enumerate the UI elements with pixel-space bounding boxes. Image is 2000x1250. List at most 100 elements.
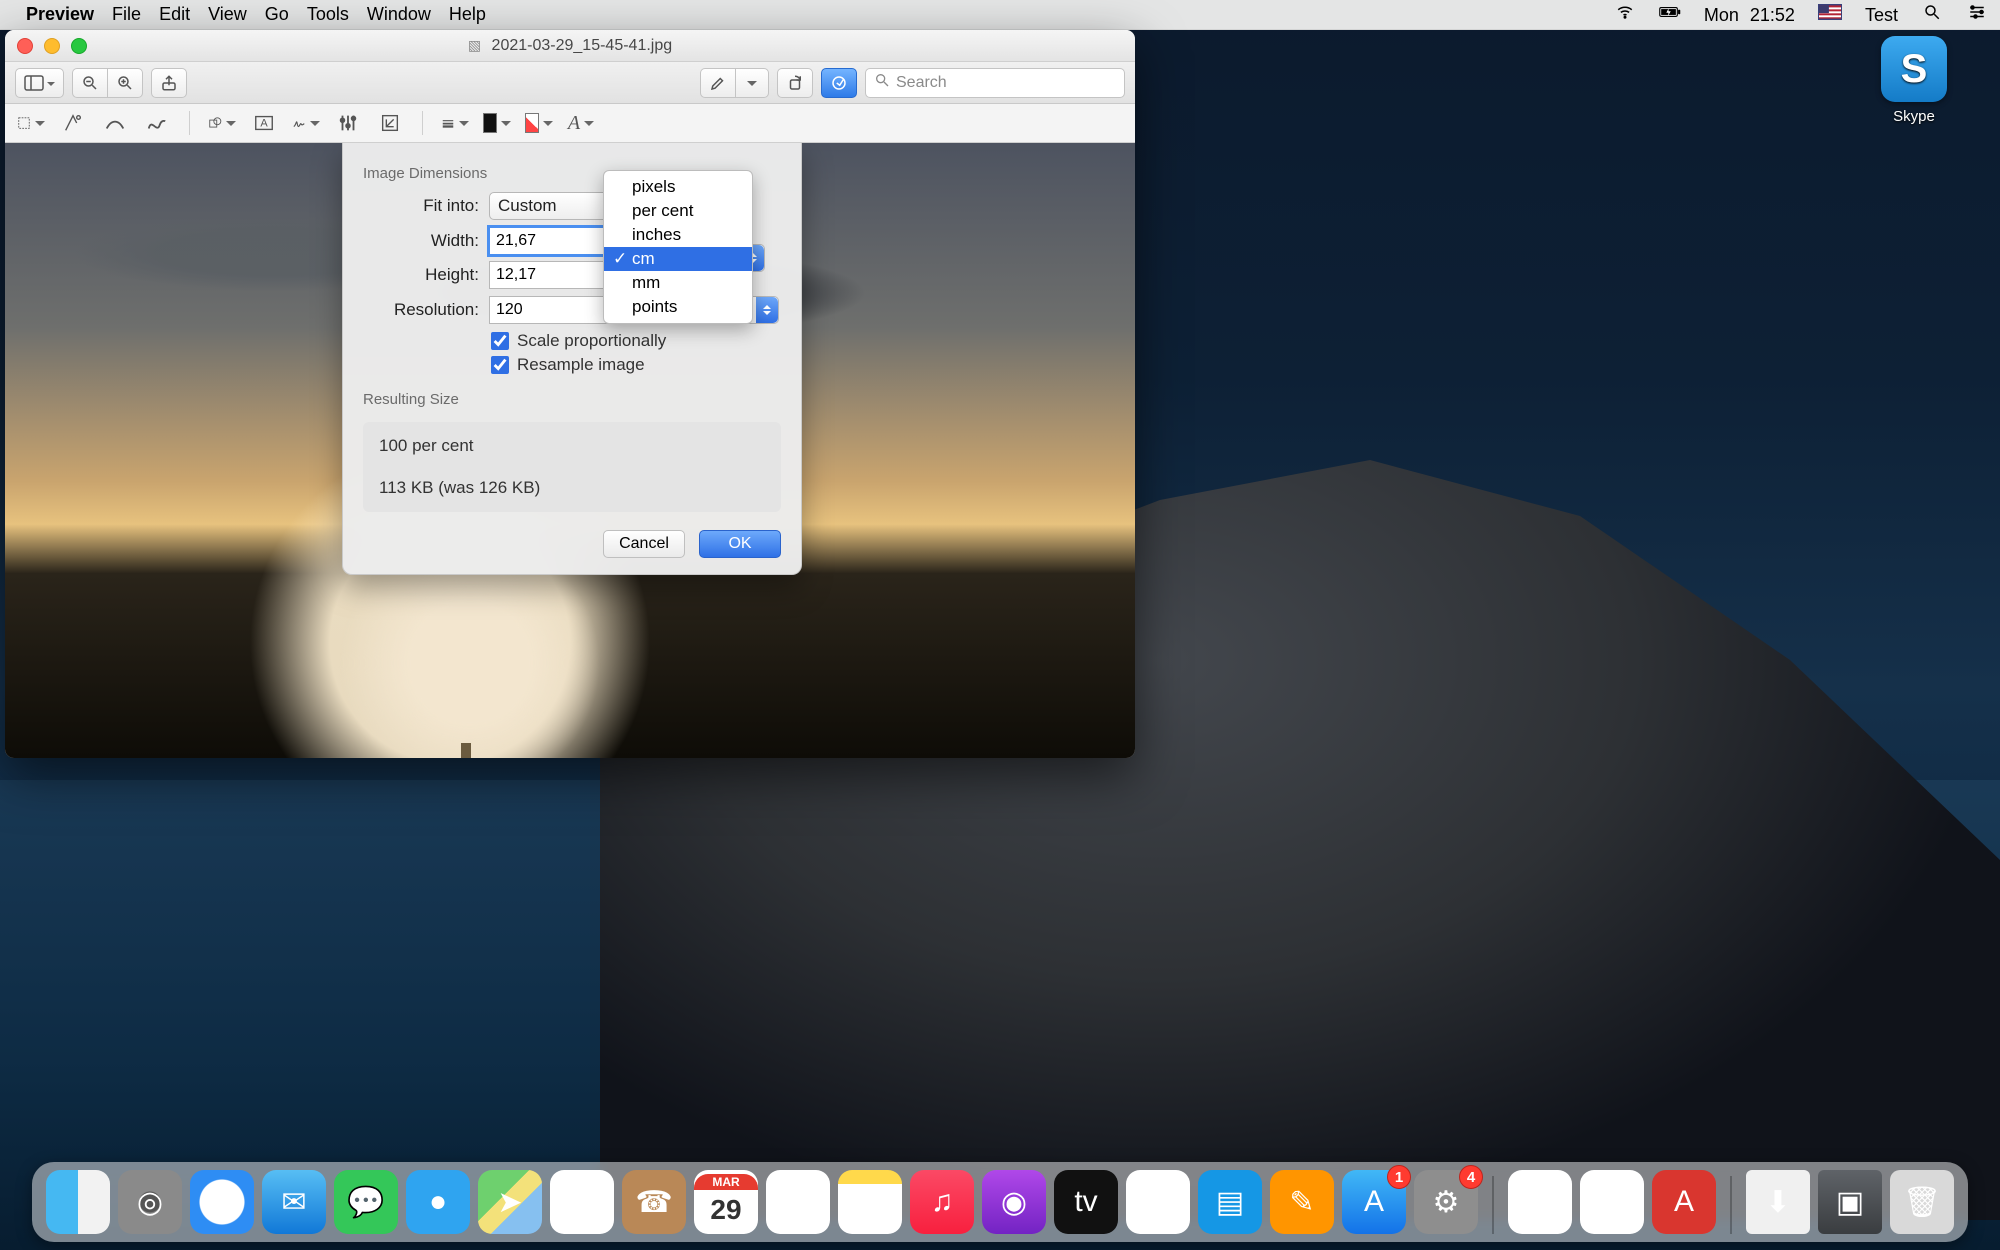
adjust-color-button[interactable]: [334, 109, 362, 137]
menu-tools[interactable]: Tools: [307, 4, 349, 25]
spotlight-icon[interactable]: [1921, 3, 1943, 21]
sketch-button[interactable]: [101, 109, 129, 137]
resolution-field[interactable]: [489, 296, 609, 324]
unit-option-mm[interactable]: mm: [604, 271, 752, 295]
height-field[interactable]: [489, 261, 609, 289]
menu-view[interactable]: View: [208, 4, 247, 25]
cancel-button[interactable]: Cancel: [603, 530, 685, 558]
dock-launchpad[interactable]: ◎: [118, 1170, 182, 1234]
adjust-size-button[interactable]: [376, 109, 404, 137]
unit-option-cm[interactable]: cm: [604, 247, 752, 271]
dock-mail[interactable]: ✉︎: [262, 1170, 326, 1234]
dock-calendar[interactable]: MAR 29: [694, 1170, 758, 1234]
share-button[interactable]: [151, 68, 187, 98]
rotate-button[interactable]: [777, 68, 813, 98]
resample-label: Resample image: [517, 355, 645, 375]
calendar-day: 29: [710, 1190, 741, 1230]
fill-color-button[interactable]: [525, 109, 553, 137]
menu-help[interactable]: Help: [449, 4, 486, 25]
markup-toolbar: A A: [5, 104, 1135, 143]
svg-text:A: A: [260, 118, 268, 130]
width-label: Width:: [363, 231, 479, 251]
dock-chat[interactable]: ●: [406, 1170, 470, 1234]
image-canvas[interactable]: Image Dimensions Fit into: Custom Width:: [5, 143, 1135, 758]
dock-music[interactable]: ♫: [910, 1170, 974, 1234]
dock-pages[interactable]: ✎: [1270, 1170, 1334, 1234]
instant-alpha-button[interactable]: [59, 109, 87, 137]
clock-time[interactable]: 21:52: [1750, 5, 1795, 26]
ok-button[interactable]: OK: [699, 530, 781, 558]
selection-tool-button[interactable]: [17, 109, 45, 137]
dock-podcasts[interactable]: ◉: [982, 1170, 1046, 1234]
unit-dropdown: pixels per cent inches cm mm points: [603, 170, 753, 324]
window-zoom[interactable]: [71, 38, 87, 54]
result-filesize: 113 KB (was 126 KB): [379, 478, 765, 498]
dock-separator: [1492, 1176, 1494, 1234]
titlebar[interactable]: ▧ 2021-03-29_15-45-41.jpg: [5, 30, 1135, 62]
scale-proportionally-checkbox[interactable]: [491, 332, 509, 350]
resample-checkbox[interactable]: [491, 356, 509, 374]
menu-edit[interactable]: Edit: [159, 4, 190, 25]
zoom-in-button[interactable]: [107, 68, 143, 98]
dock-stack[interactable]: ▣: [1818, 1170, 1882, 1234]
unit-option-percent[interactable]: per cent: [604, 199, 752, 223]
fit-into-label: Fit into:: [363, 196, 479, 216]
width-field[interactable]: [489, 227, 609, 255]
dock-chrome[interactable]: ◯: [1508, 1170, 1572, 1234]
appstore-badge: 1: [1387, 1165, 1411, 1189]
clock-day[interactable]: Mon: [1704, 5, 1739, 26]
dock-acrobat[interactable]: A: [1652, 1170, 1716, 1234]
dock-photos[interactable]: ✿: [550, 1170, 614, 1234]
dock-safari[interactable]: ✳︎: [190, 1170, 254, 1234]
image-content: [461, 743, 471, 758]
sidebar-view-button[interactable]: [15, 68, 64, 98]
resolution-label: Resolution:: [363, 300, 479, 320]
dock-notes[interactable]: [838, 1170, 902, 1234]
menu-window[interactable]: Window: [367, 4, 431, 25]
zoom-out-button[interactable]: [72, 68, 107, 98]
dock-contacts[interactable]: ☎︎: [622, 1170, 686, 1234]
window-close[interactable]: [17, 38, 33, 54]
unit-option-pixels[interactable]: pixels: [604, 175, 752, 199]
dock-system-preferences[interactable]: ⚙︎ 4: [1414, 1170, 1478, 1234]
dock-downloads[interactable]: ⬇︎: [1746, 1170, 1810, 1234]
unit-option-inches[interactable]: inches: [604, 223, 752, 247]
menu-go[interactable]: Go: [265, 4, 289, 25]
dock-maps[interactable]: ➤: [478, 1170, 542, 1234]
search-field[interactable]: Search: [865, 68, 1125, 98]
sign-button[interactable]: [292, 109, 320, 137]
draw-button[interactable]: [143, 109, 171, 137]
dock-separator: [1730, 1176, 1732, 1234]
markup-toggle-button[interactable]: [821, 68, 857, 98]
highlight-menu-button[interactable]: [735, 68, 769, 98]
control-center-icon[interactable]: [1966, 3, 1988, 21]
dock-keynote[interactable]: ▤: [1198, 1170, 1262, 1234]
result-percent: 100 per cent: [379, 436, 765, 456]
dock-numbers[interactable]: ▥: [1126, 1170, 1190, 1234]
highlight-button[interactable]: [700, 68, 735, 98]
border-color-button[interactable]: [483, 109, 511, 137]
app-menu[interactable]: Preview: [26, 4, 94, 25]
dock-appstore[interactable]: A 1: [1342, 1170, 1406, 1234]
dock-mail-client[interactable]: ✉︎: [1580, 1170, 1644, 1234]
user-menu[interactable]: Test: [1865, 5, 1898, 26]
unit-option-points[interactable]: points: [604, 295, 752, 319]
dock-tv[interactable]: tv: [1054, 1170, 1118, 1234]
dock-messages[interactable]: 💬: [334, 1170, 398, 1234]
desktop-icon-skype[interactable]: S Skype: [1870, 36, 1958, 125]
wifi-icon[interactable]: [1614, 3, 1636, 21]
separator: [422, 111, 423, 135]
menu-file[interactable]: File: [112, 4, 141, 25]
text-style-button[interactable]: A: [567, 109, 595, 137]
search-icon: [874, 72, 890, 93]
input-source-icon[interactable]: [1818, 4, 1842, 20]
text-button[interactable]: A: [250, 109, 278, 137]
shapes-button[interactable]: [208, 109, 236, 137]
battery-icon[interactable]: [1659, 3, 1681, 21]
dock-finder[interactable]: [46, 1170, 110, 1234]
dock-reminders[interactable]: ☑︎: [766, 1170, 830, 1234]
search-placeholder: Search: [896, 74, 947, 92]
line-style-button[interactable]: [441, 109, 469, 137]
window-minimize[interactable]: [44, 38, 60, 54]
dock-trash[interactable]: 🗑: [1890, 1170, 1954, 1234]
